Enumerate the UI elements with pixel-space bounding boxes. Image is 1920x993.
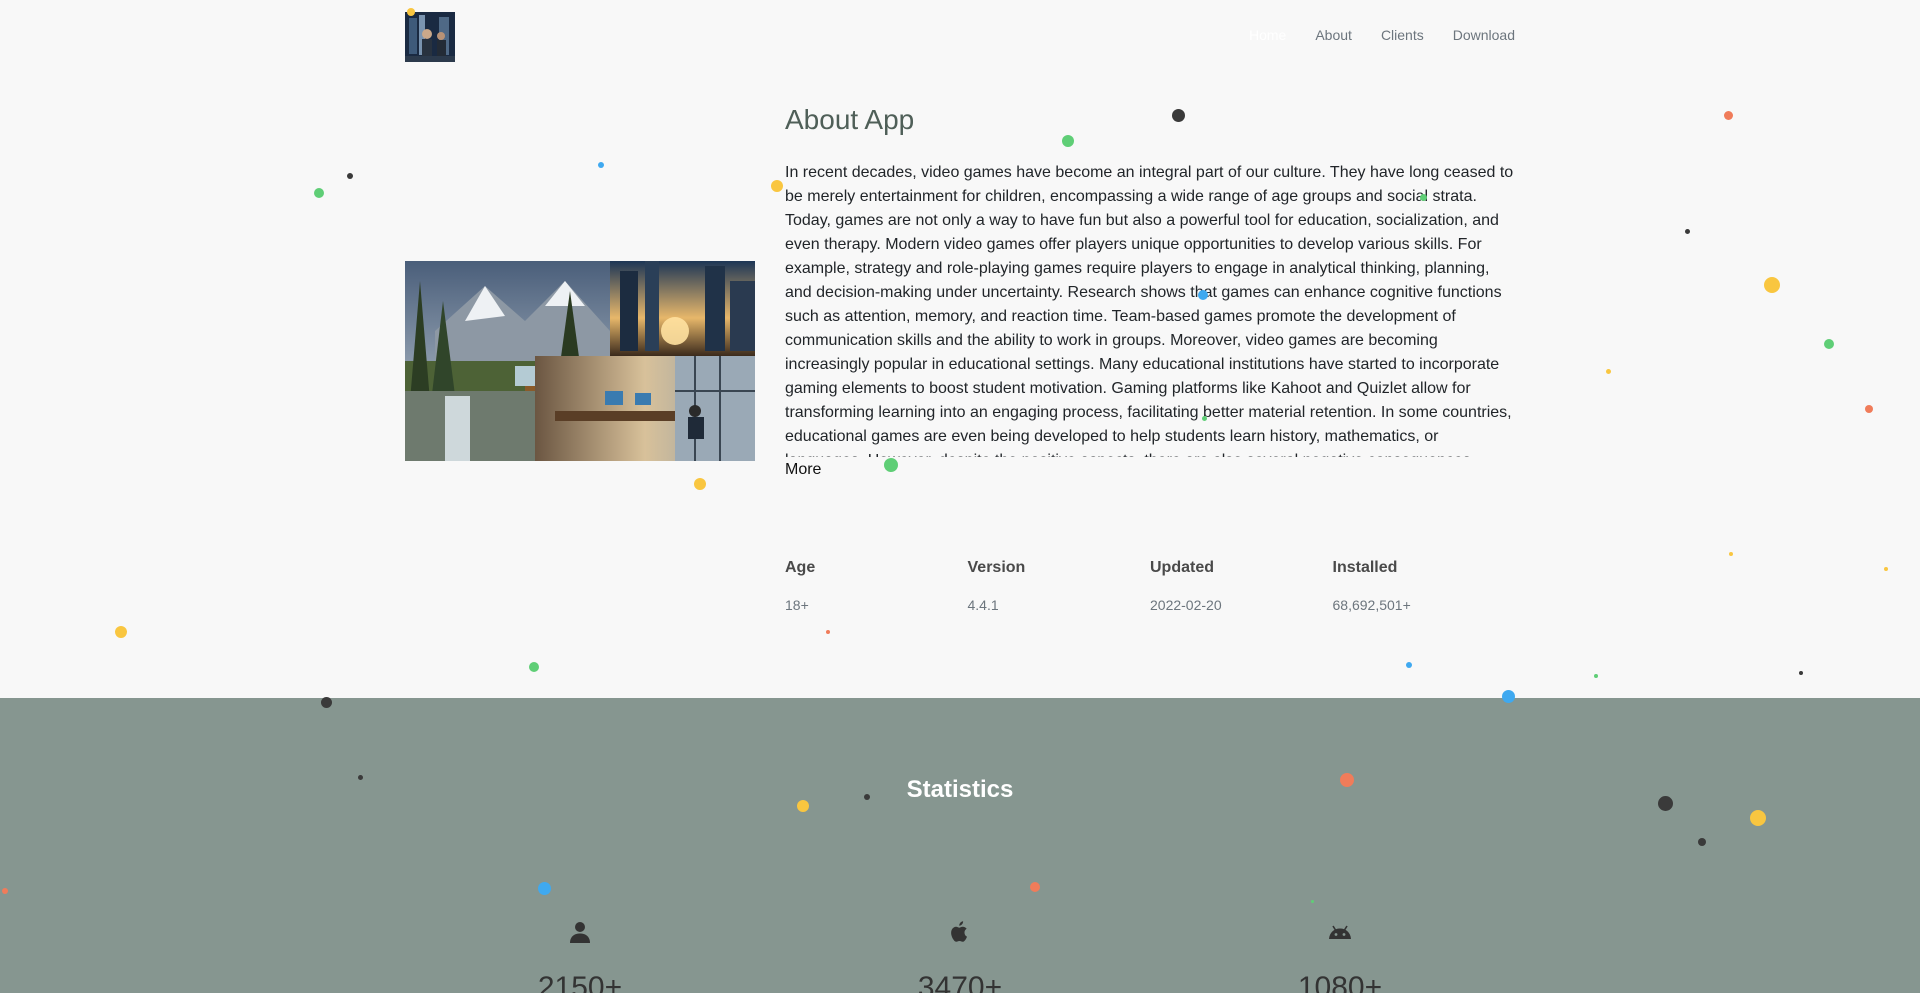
about-hero-image bbox=[405, 261, 755, 461]
info-version: Version 4.4.1 bbox=[968, 558, 1151, 615]
about-title: About App bbox=[785, 104, 915, 135]
statistics-title: Statistics bbox=[906, 776, 1014, 803]
apple-icon bbox=[951, 921, 967, 942]
particle-dot bbox=[1406, 662, 1412, 668]
particle-dot bbox=[598, 162, 604, 168]
particle-dot bbox=[115, 626, 127, 638]
about-text: In recent decades, video games have beco… bbox=[785, 164, 1514, 457]
app-info: Age 18+ Version 4.4.1 Updated 2022-02-20… bbox=[785, 558, 1515, 615]
particle-dot bbox=[826, 630, 830, 634]
particle-dot bbox=[347, 173, 353, 179]
particle-dot bbox=[1594, 674, 1598, 678]
stat-apple-value: 3470+ bbox=[917, 971, 1003, 993]
particle-dot bbox=[1764, 277, 1780, 293]
stat-android: 1080+ bbox=[1270, 920, 1410, 993]
particle-dot bbox=[771, 180, 783, 192]
info-value: 4.4.1 bbox=[967, 597, 999, 613]
info-value: 68,692,501+ bbox=[1332, 597, 1411, 613]
logo-image[interactable] bbox=[405, 12, 455, 62]
info-label: Installed bbox=[1332, 559, 1398, 576]
particle-dot bbox=[314, 188, 324, 198]
info-label: Version bbox=[967, 559, 1026, 576]
info-value: 18+ bbox=[785, 597, 809, 613]
main-nav: Home About Clients Download bbox=[1220, 25, 1515, 45]
stat-users: 2150+ bbox=[510, 920, 650, 993]
stat-android-value: 1080+ bbox=[1297, 971, 1383, 993]
particle-dot bbox=[529, 662, 539, 672]
nav-clients[interactable]: Clients bbox=[1381, 25, 1424, 45]
particle-dot bbox=[1884, 567, 1888, 571]
info-age: Age 18+ bbox=[785, 558, 968, 615]
info-value: 2022-02-20 bbox=[1150, 597, 1222, 613]
particle-dot bbox=[1606, 369, 1611, 374]
particle-dot bbox=[694, 478, 706, 490]
stat-users-value: 2150+ bbox=[537, 971, 623, 993]
user-icon bbox=[570, 922, 590, 943]
info-installed: Installed 68,692,501+ bbox=[1333, 558, 1516, 615]
nav-home[interactable]: Home bbox=[1249, 25, 1286, 45]
android-icon bbox=[1329, 925, 1351, 939]
particle-dot bbox=[1824, 339, 1834, 349]
info-label: Updated bbox=[1150, 559, 1214, 576]
nav-about[interactable]: About bbox=[1315, 25, 1352, 45]
particle-dot bbox=[1685, 229, 1690, 234]
particle-dot bbox=[1799, 671, 1803, 675]
site-header: Home About Clients Download bbox=[405, 12, 1515, 62]
particle-dot bbox=[1729, 552, 1733, 556]
more-link[interactable]: More bbox=[785, 461, 1515, 479]
statistics-section: Statistics 2150+ 3470+ 1080+ bbox=[0, 698, 1920, 993]
info-label: Age bbox=[785, 559, 816, 576]
about-content: About App In recent decades, video games… bbox=[785, 80, 1515, 479]
info-updated: Updated 2022-02-20 bbox=[1150, 558, 1333, 615]
particle-dot bbox=[1724, 111, 1733, 120]
nav-download[interactable]: Download bbox=[1453, 25, 1515, 45]
particle-dot bbox=[1865, 405, 1873, 413]
stat-apple: 3470+ bbox=[890, 920, 1030, 993]
